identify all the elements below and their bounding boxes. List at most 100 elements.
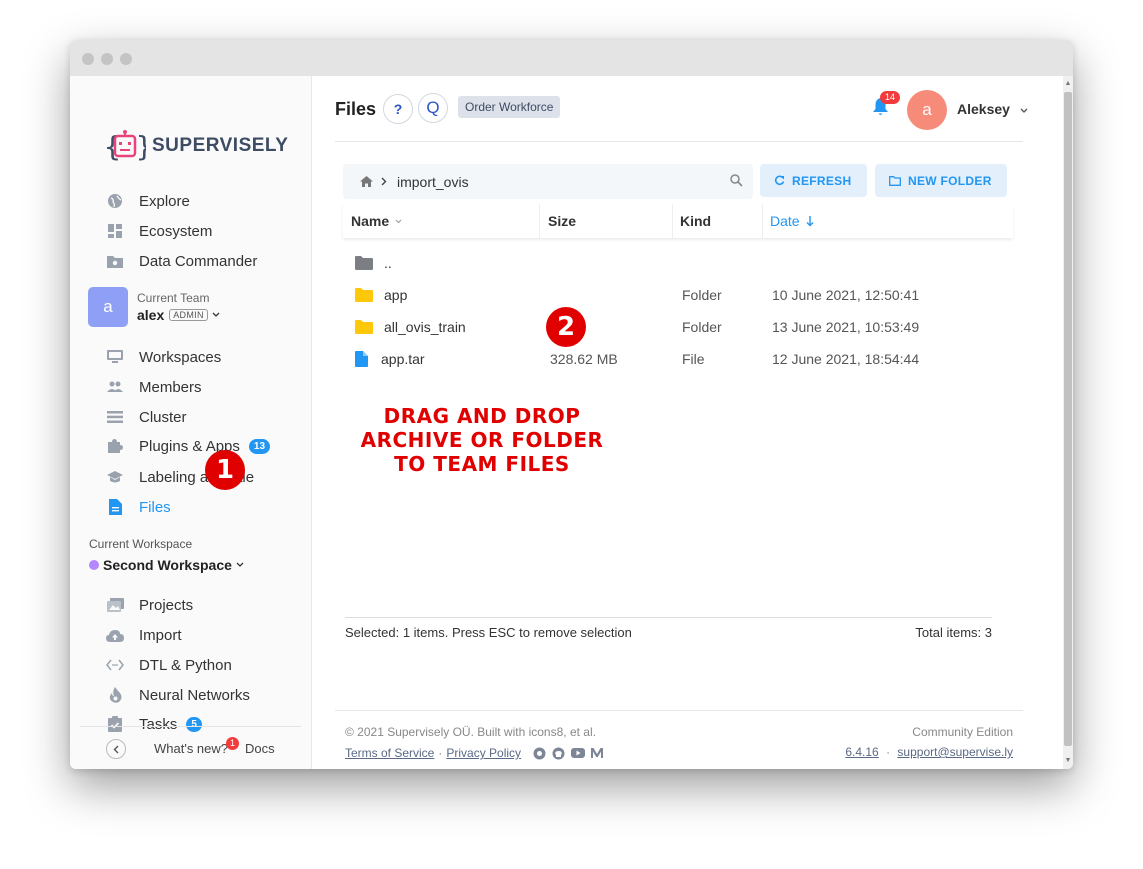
folder-icon (355, 311, 373, 343)
chevron-right-icon (381, 175, 387, 189)
window-close-dot[interactable] (82, 53, 94, 65)
nav-data-commander[interactable]: Data Commander (106, 249, 257, 273)
scroll-up-arrow[interactable]: ▲ (1064, 80, 1072, 88)
nav-cluster[interactable]: Cluster (106, 405, 187, 429)
nav-members[interactable]: Members (106, 375, 202, 399)
workspace-switcher[interactable]: Current Workspace Second Workspace (89, 537, 244, 573)
total-items: Total items: 3 (915, 625, 992, 640)
question-icon: ? (393, 101, 403, 117)
browser-window: { } SUPERVISELY Explore Ecosystem Data C… (70, 40, 1073, 769)
nav-dtl-python[interactable]: DTL & Python (106, 653, 232, 677)
header-divider (335, 141, 1023, 142)
school-icon (106, 468, 124, 486)
youtube-icon[interactable] (571, 748, 586, 758)
order-workforce-button[interactable]: Order Workforce (458, 96, 561, 118)
refresh-label: REFRESH (792, 173, 852, 188)
user-menu[interactable]: Aleksey (957, 101, 1028, 117)
step-marker-2: 2 (546, 307, 586, 347)
q-icon: Q (426, 98, 440, 117)
nav-cluster-label: Cluster (139, 408, 187, 426)
col-date-label: Date (770, 213, 800, 229)
breadcrumb: import_ovis (343, 164, 753, 199)
nav-files[interactable]: Files (106, 495, 171, 519)
new-folder-button[interactable]: NEW FOLDER (875, 164, 1007, 197)
workspace-name: Second Workspace (103, 557, 232, 573)
nav-explore[interactable]: Explore (106, 189, 190, 213)
terms-link[interactable]: Terms of Service (345, 746, 434, 760)
file-icon (106, 498, 124, 516)
scroll-down-arrow[interactable]: ▼ (1064, 757, 1072, 765)
version-link[interactable]: 6.4.16 (845, 745, 878, 759)
logo[interactable]: { } SUPERVISELY (104, 128, 288, 164)
nav-explore-label: Explore (139, 192, 190, 210)
folder-icon (355, 247, 373, 279)
refresh-button[interactable]: REFRESH (760, 164, 867, 197)
col-kind-label: Kind (680, 213, 712, 229)
table-row[interactable]: app.tar 328.62 MB File 12 June 2021, 18:… (343, 343, 1013, 375)
window-zoom-dot[interactable] (120, 53, 132, 65)
nav-neural-networks-label: Neural Networks (139, 686, 250, 704)
refresh-icon (774, 175, 785, 186)
nav-members-label: Members (139, 378, 202, 396)
nav-plugins-apps[interactable]: Plugins & Apps 13 (106, 434, 271, 458)
row-kind: Folder (682, 319, 722, 335)
help-button[interactable]: ? (383, 94, 413, 124)
nav-projects-label: Projects (139, 596, 194, 614)
discourse-icon[interactable] (533, 747, 546, 760)
puzzle-icon (106, 437, 124, 455)
nav-neural-networks[interactable]: Neural Networks (106, 683, 250, 707)
medium-icon[interactable] (591, 748, 604, 758)
nav-dtl-python-label: DTL & Python (139, 656, 232, 674)
footer-links: Terms of Service · Privacy Policy (345, 746, 604, 760)
docs-link[interactable]: Docs (245, 741, 275, 756)
team-switcher[interactable]: a Current Team alex ADMIN (88, 287, 220, 327)
row-kind: Folder (682, 287, 722, 303)
svg-text:}: } (136, 130, 146, 163)
nav-ecosystem[interactable]: Ecosystem (106, 219, 212, 243)
robot-logo-icon: { } (104, 130, 146, 163)
folder-icon (355, 279, 373, 311)
table-row[interactable]: all_ovis_train Folder 13 June 2021, 10:5… (343, 311, 1013, 343)
search-icon[interactable] (730, 174, 743, 192)
file-icon (355, 343, 368, 375)
breadcrumb-current-folder[interactable]: import_ovis (397, 174, 469, 190)
whats-new-badge: 1 (226, 737, 239, 750)
support-email-link[interactable]: support@supervise.ly (897, 745, 1013, 759)
grid-icon (106, 222, 124, 240)
nav-projects[interactable]: Projects (106, 593, 193, 617)
nav-import[interactable]: Import (106, 623, 182, 647)
copyright-text: © 2021 Supervisely OÜ. Built with icons8… (345, 725, 596, 739)
edition-label: Community Edition (912, 725, 1013, 739)
table-footer-divider (345, 617, 992, 618)
collapse-sidebar-button[interactable] (106, 739, 126, 759)
row-name: .. (384, 255, 392, 271)
col-header-size[interactable]: Size (540, 204, 673, 238)
user-avatar[interactable]: a (907, 90, 947, 130)
nav-workspaces[interactable]: Workspaces (106, 345, 221, 369)
list-icon (106, 408, 124, 426)
drag-drop-annotation: DRAG AND DROP ARCHIVE OR FOLDER TO TEAM … (352, 404, 612, 476)
monitor-icon (106, 348, 124, 366)
col-header-name[interactable]: Name (343, 204, 540, 238)
scrollbar[interactable]: ▲ ▼ (1063, 76, 1073, 769)
home-icon[interactable] (360, 176, 373, 187)
notification-count-badge: 14 (880, 91, 901, 104)
window-minimize-dot[interactable] (101, 53, 113, 65)
col-header-date[interactable]: Date (763, 204, 1013, 238)
nav-import-label: Import (139, 626, 182, 644)
flame-icon (106, 686, 124, 704)
folder-star-icon (106, 252, 124, 270)
col-header-kind[interactable]: Kind (673, 204, 763, 238)
step-marker-1: 1 (205, 450, 245, 490)
github-icon[interactable] (552, 747, 565, 760)
privacy-link[interactable]: Privacy Policy (446, 746, 521, 760)
table-row[interactable]: .. (343, 247, 1013, 279)
scrollbar-thumb[interactable] (1064, 92, 1072, 746)
nav-files-label: Files (139, 498, 171, 516)
q-button[interactable]: Q (418, 93, 448, 123)
row-kind: File (682, 351, 705, 367)
table-row[interactable]: app Folder 10 June 2021, 12:50:41 (343, 279, 1013, 311)
whats-new-link[interactable]: What's new? (154, 741, 228, 756)
cloud-upload-icon (106, 626, 124, 644)
main-content: Files ? Q Order Workforce 14 a Aleksey i… (312, 76, 1063, 769)
